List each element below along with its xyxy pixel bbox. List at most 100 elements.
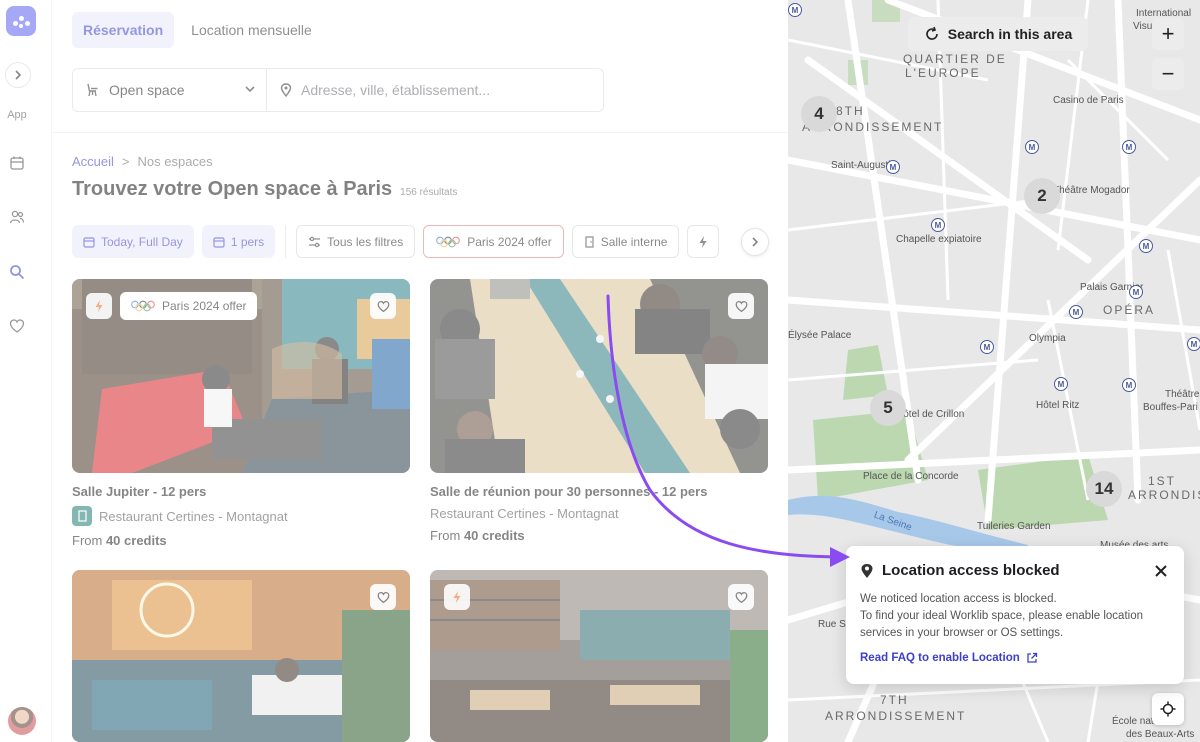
favorite-button[interactable] [728, 293, 754, 319]
breadcrumb-separator: > [121, 154, 130, 169]
favorite-button[interactable] [370, 293, 396, 319]
calendar-icon [83, 236, 95, 248]
lightning-icon [699, 235, 707, 248]
map-place-label: Chapelle expiatoire [896, 234, 982, 245]
map-cluster-marker[interactable]: 4 [801, 96, 837, 132]
space-photo[interactable] [430, 570, 768, 742]
people-filter-label: 1 pers [230, 234, 265, 249]
space-card[interactable] [72, 570, 410, 742]
address-input[interactable] [301, 82, 601, 98]
space-photo[interactable]: Paris 2024 offer [72, 279, 410, 473]
map-cluster-marker[interactable]: 5 [870, 390, 906, 426]
map-cluster-marker[interactable]: 14 [1086, 471, 1122, 507]
bar-lounge-photo [72, 570, 410, 742]
instant-booking-chip[interactable] [687, 225, 720, 258]
people-filter-chip[interactable]: 1 pers [201, 225, 276, 258]
map-cluster-marker[interactable]: 2 [1024, 178, 1060, 214]
calendar-icon[interactable] [7, 153, 27, 173]
breadcrumb-current: Nos espaces [137, 154, 213, 169]
heart-icon [377, 300, 389, 312]
olympic-rings-icon [436, 236, 461, 247]
user-avatar[interactable] [8, 707, 36, 735]
expand-sidebar-button[interactable] [5, 62, 31, 88]
faq-link-label: Read FAQ to enable Location [860, 652, 1020, 664]
desk-chair-icon [87, 83, 98, 97]
district-label: 8TH [836, 104, 865, 118]
breadcrumb-home-link[interactable]: Accueil [72, 154, 114, 169]
space-card[interactable] [430, 570, 768, 742]
instant-booking-badge [444, 584, 470, 610]
popup-body: We noticed location access is blocked. To… [860, 591, 1170, 642]
date-filter-chip[interactable]: Today, Full Day [72, 225, 194, 258]
olympic-offer-chip[interactable]: Paris 2024 offer [423, 225, 564, 258]
door-icon [585, 235, 594, 248]
lightning-icon [453, 591, 461, 603]
chevron-right-icon [15, 70, 22, 80]
internal-room-label: Salle interne [600, 234, 668, 249]
map-place-label: Hôtel Ritz [1036, 400, 1080, 411]
heart-icon[interactable] [7, 316, 27, 336]
zoom-out-button[interactable]: − [1152, 58, 1184, 90]
location-blocked-popup: Location access blocked We noticed locat… [846, 546, 1184, 684]
map-place-label: Bouffes-Pari [1143, 402, 1198, 413]
page-title: Trouvez votre Open space à Paris [72, 178, 393, 200]
venue-row: Restaurant Certines - Montagnat [430, 506, 768, 521]
search-this-area-label: Search in this area [947, 26, 1073, 42]
all-filters-label: Tous les filtres [327, 234, 404, 249]
chip-divider [285, 225, 287, 258]
district-label: 1ST [1148, 474, 1177, 488]
zoom-in-button[interactable]: + [1152, 18, 1184, 50]
search-icon[interactable] [7, 262, 27, 282]
district-label: ARRONDISSEMENT [1128, 488, 1200, 502]
popup-body-line1: We noticed location access is blocked. [860, 593, 1057, 605]
space-card[interactable]: Salle de réunion pour 30 personnes - 12 … [430, 279, 768, 543]
space-type-select[interactable]: Open space [73, 69, 267, 111]
district-label: QUARTIER DE [903, 52, 1007, 66]
olympic-offer-badge: Paris 2024 offer [120, 292, 257, 320]
all-filters-chip[interactable]: Tous les filtres [296, 225, 416, 258]
faq-link[interactable]: Read FAQ to enable Location [860, 652, 1170, 664]
favorite-button[interactable] [728, 584, 754, 610]
olympic-offer-label: Paris 2024 offer [467, 234, 552, 249]
space-photo[interactable] [430, 279, 768, 473]
tab-reservation[interactable]: Réservation [72, 12, 175, 48]
map-place-label: Théâtre des [1165, 389, 1200, 400]
venue-name: Restaurant Certines - Montagnat [430, 506, 619, 521]
heart-icon [377, 591, 389, 603]
price-prefix: From [430, 528, 464, 543]
popup-title: Location access blocked [882, 562, 1060, 579]
close-icon [1155, 565, 1167, 577]
favorite-button[interactable] [370, 584, 396, 610]
heart-icon [735, 300, 747, 312]
worklib-logo[interactable] [6, 6, 36, 36]
map-place-label: Hôtel de Crillon [896, 409, 965, 420]
map-place-label: Casino de Paris [1053, 95, 1124, 106]
crosshair-icon [1160, 701, 1176, 717]
instant-booking-badge [86, 293, 112, 319]
internal-room-chip[interactable]: Salle interne [571, 225, 680, 258]
price-value: 40 credits [105, 533, 167, 548]
space-photo[interactable] [72, 570, 410, 742]
map-pin-icon [280, 83, 292, 97]
close-popup-button[interactable] [1152, 562, 1170, 580]
map-place-label: Place de la Concorde [863, 471, 959, 482]
space-card[interactable]: Paris 2024 offer Salle Jupiter - 12 pers… [72, 279, 410, 548]
address-field[interactable] [267, 69, 603, 111]
app-label: App [7, 109, 27, 121]
external-link-icon [1027, 652, 1037, 663]
page-title-row: Trouvez votre Open space à Paris 156 rés… [72, 178, 457, 201]
venue-name: Restaurant Certines - Montagnat [99, 508, 288, 524]
users-icon[interactable] [7, 207, 27, 227]
main-panel: Réservation Location mensuelle Open spac… [52, 0, 788, 742]
tab-monthly-rental[interactable]: Location mensuelle [180, 12, 323, 48]
breadcrumb: Accueil > Nos espaces [72, 154, 213, 169]
booking-tabs: Réservation Location mensuelle [72, 12, 323, 48]
metro-icon: M [788, 3, 802, 17]
chips-scroll-right-button[interactable] [741, 228, 769, 256]
map-place-label: Olympia [1029, 333, 1066, 344]
price-row: From 40 credits [430, 528, 768, 543]
my-location-button[interactable] [1152, 693, 1184, 725]
search-this-area-button[interactable]: Search in this area [908, 17, 1088, 51]
meeting-room-photo [430, 279, 768, 473]
date-filter-label: Today, Full Day [101, 234, 183, 249]
